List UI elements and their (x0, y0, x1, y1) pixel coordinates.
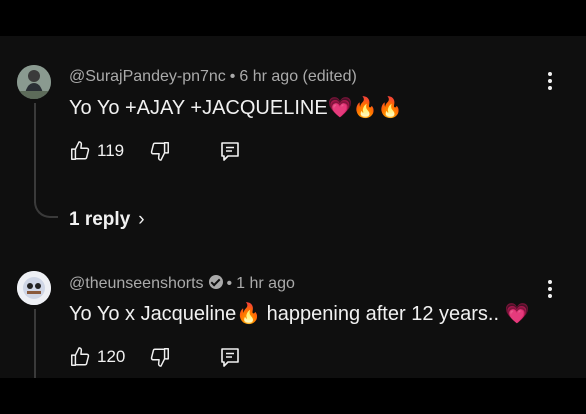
comment-meta: @theunseenshorts • 1 hr ago (69, 275, 295, 292)
like-button[interactable]: 120 (69, 346, 125, 368)
comment-text: Yo Yo x Jacqueline🔥 happening after 12 y… (69, 303, 530, 325)
more-vert-icon (548, 72, 552, 76)
dislike-button[interactable] (149, 346, 171, 373)
thumbs-down-icon (150, 348, 169, 367)
like-button[interactable]: 119 (69, 140, 124, 162)
more-vert-icon (548, 280, 552, 284)
comment-time: 6 hr ago (edited) (239, 68, 357, 85)
comment-reply-icon (221, 348, 239, 367)
avatar-logo-icon (17, 271, 51, 305)
thumbs-down-icon (150, 142, 169, 161)
thread-line (34, 103, 36, 203)
more-options-button[interactable] (547, 72, 553, 93)
dislike-button[interactable] (149, 140, 171, 167)
more-options-button[interactable] (547, 280, 553, 301)
like-count: 119 (97, 141, 125, 160)
thumbs-up-icon (71, 347, 90, 366)
top-letterbox (0, 0, 586, 36)
avatar-photo-icon (17, 65, 51, 99)
thumbs-up-icon (71, 141, 90, 160)
comment-reply-icon (221, 142, 239, 161)
author-name[interactable]: @theunseenshorts (69, 275, 204, 292)
avatar[interactable] (17, 65, 51, 99)
reply-button[interactable] (220, 141, 240, 168)
verified-check-icon (208, 275, 223, 289)
chevron-right-icon: › (138, 209, 145, 230)
comment-text: Yo Yo +AJAY +JACQUELINE💗🔥🔥 (69, 97, 403, 119)
replies-count-label: 1 reply (69, 209, 131, 230)
view-replies-button[interactable]: 1 reply › (69, 209, 145, 231)
avatar[interactable] (17, 271, 51, 305)
thread-line-curve (34, 196, 58, 218)
author-name[interactable]: @SurajPandey-pn7nc (69, 68, 226, 85)
bottom-letterbox (0, 378, 586, 414)
reply-button[interactable] (220, 347, 240, 374)
comment-time: 1 hr ago (236, 275, 295, 292)
thread-line (34, 309, 36, 378)
comment-meta: @SurajPandey-pn7nc • 6 hr ago (edited) (69, 68, 357, 85)
like-count: 120 (97, 347, 126, 366)
